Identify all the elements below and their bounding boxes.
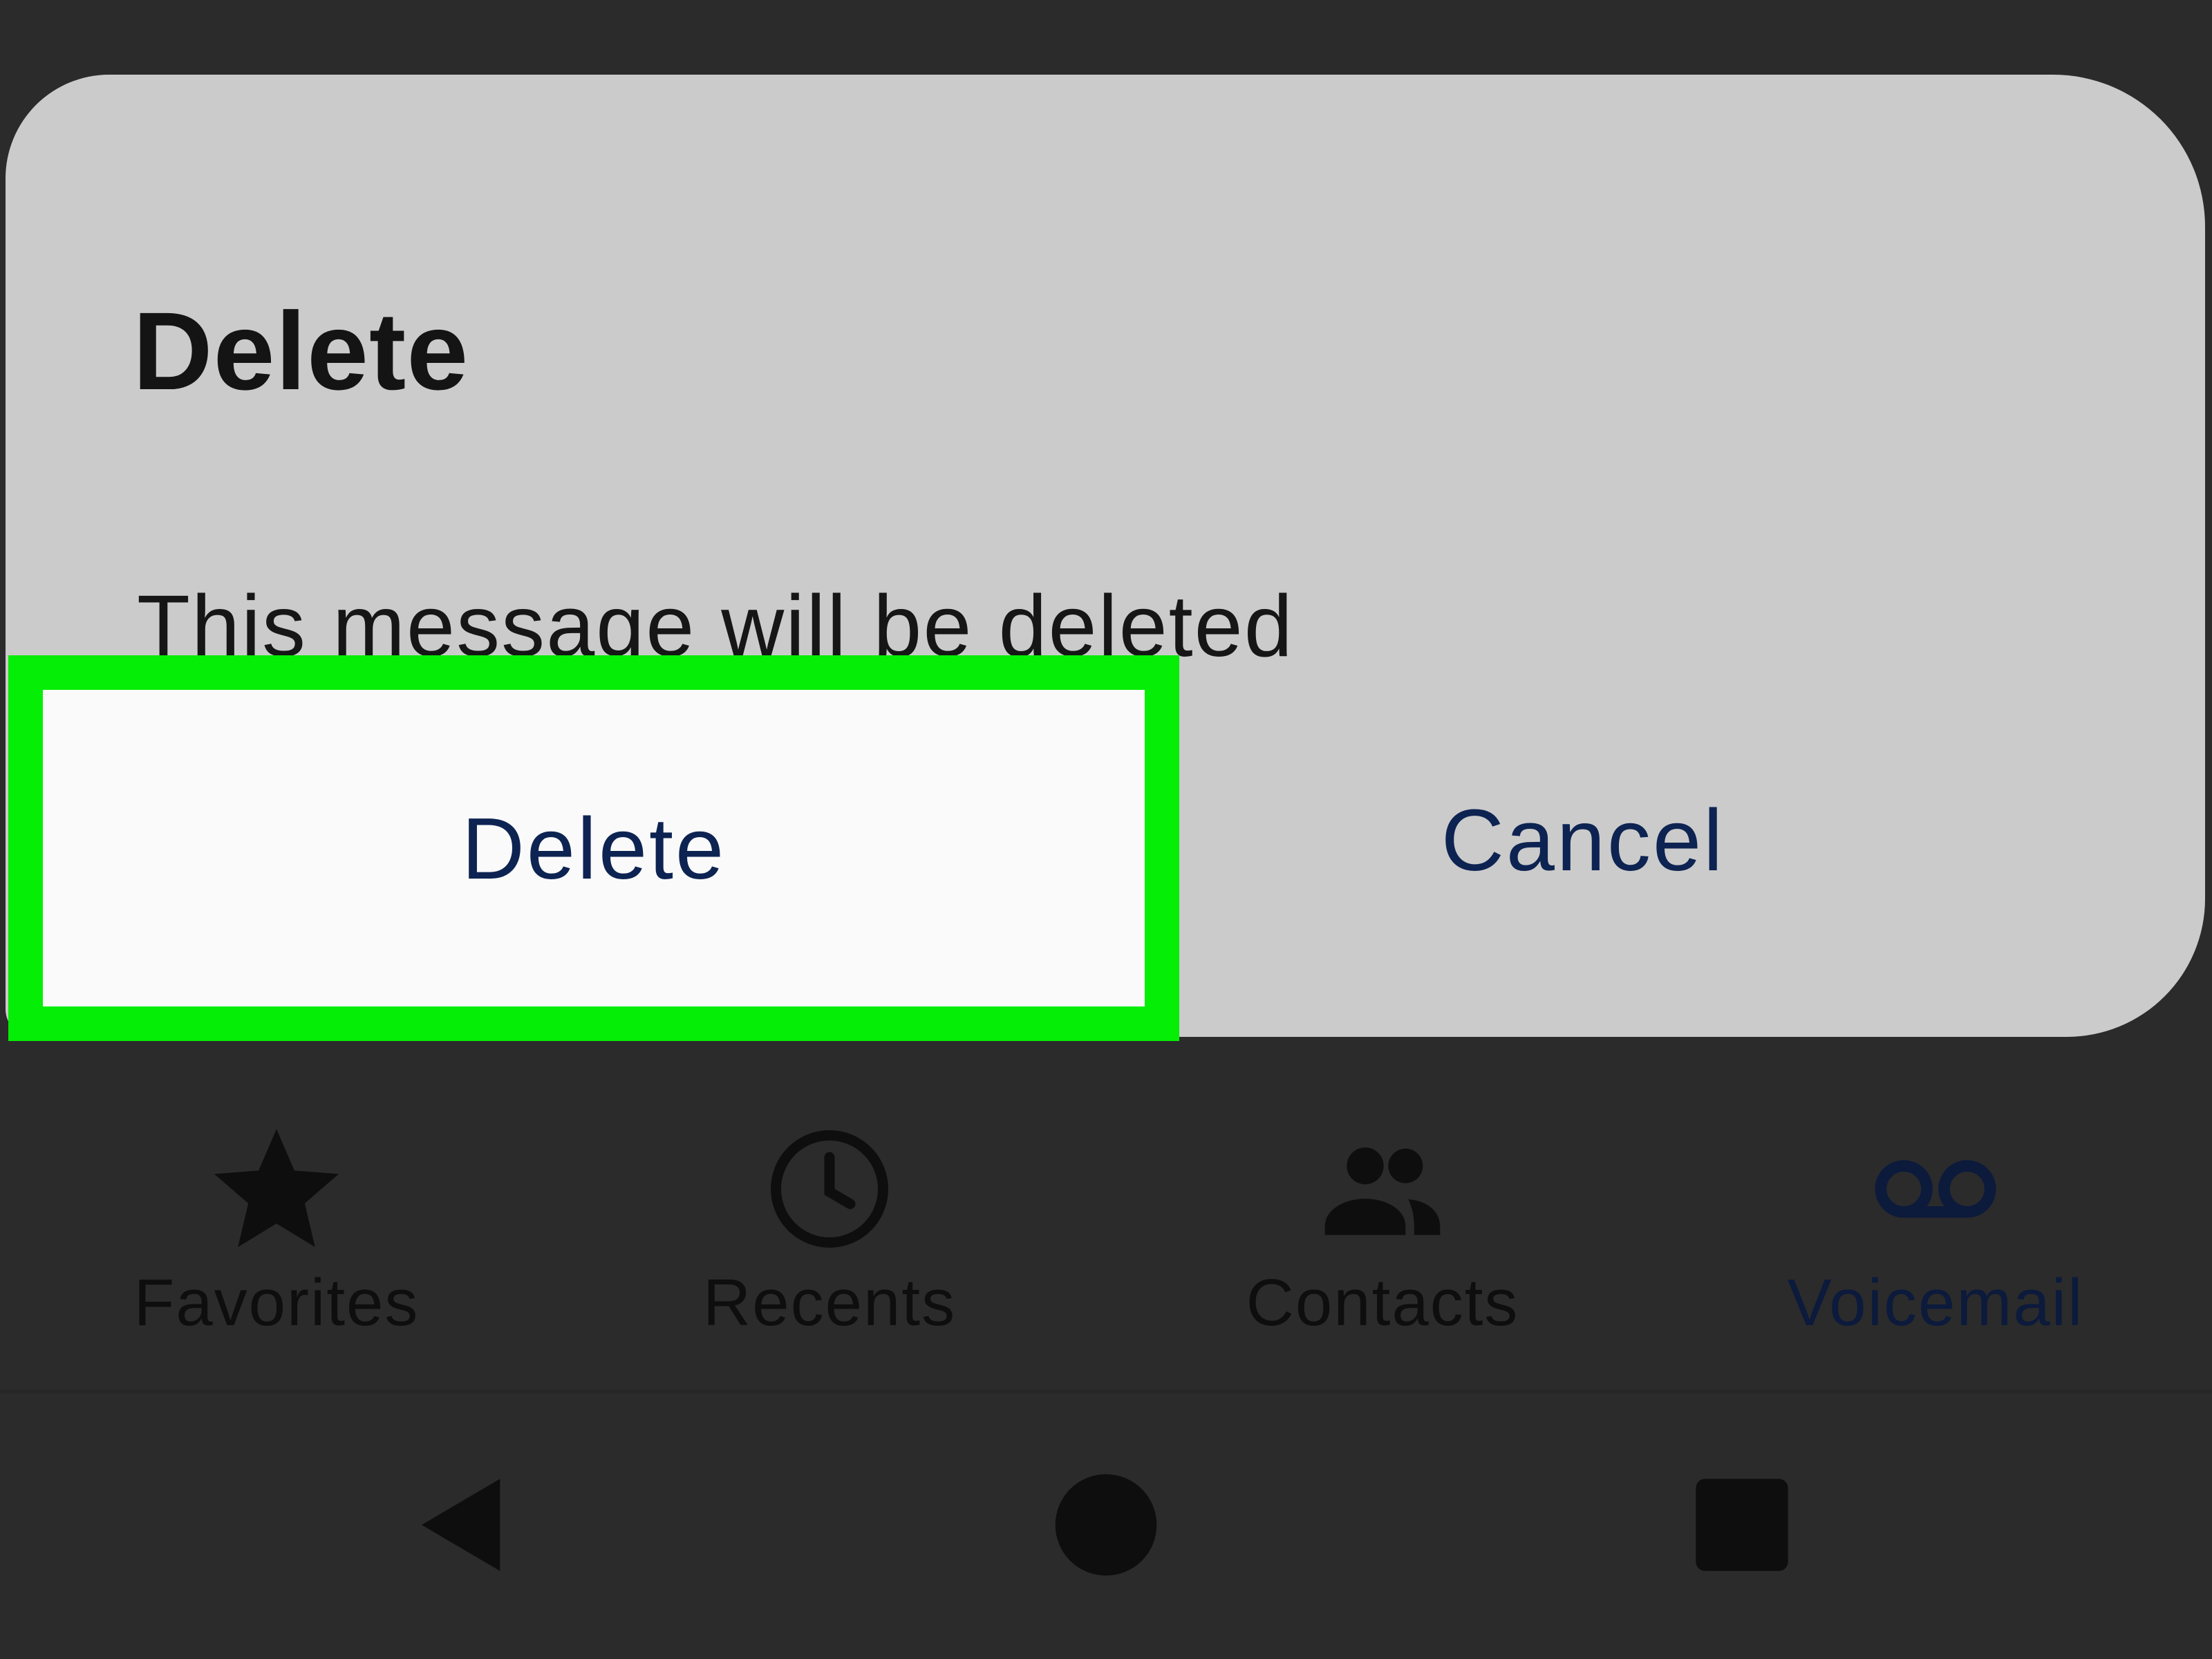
screen: Delete This message will be deleted Dele… [0,0,2212,1659]
system-nav-bar [0,1394,2212,1659]
clock-icon [770,1130,889,1248]
tab-favorites[interactable]: Favorites [0,1065,553,1389]
dialog-title: Delete [133,289,469,413]
cancel-button[interactable]: Cancel [1230,691,1936,988]
tab-label: Contacts [1246,1266,1519,1340]
tab-label: Recents [702,1266,957,1340]
tab-contacts[interactable]: Contacts [1106,1065,1659,1389]
people-icon [1324,1147,1441,1235]
back-icon[interactable] [408,1470,518,1580]
cancel-button-label: Cancel [1441,791,1725,889]
delete-button-label: Delete [461,799,727,897]
delete-button[interactable]: Delete [8,655,1179,1041]
home-icon[interactable] [1051,1470,1161,1580]
tab-label: Voicemail [1787,1266,2084,1340]
tab-recents[interactable]: Recents [553,1065,1106,1389]
tab-voicemail[interactable]: Voicemail [1659,1065,2212,1389]
tab-label: Favorites [133,1266,420,1340]
voicemail-icon [1875,1160,1996,1218]
bottom-tab-bar: Favorites Recents Contacts Voicemail [0,1065,2212,1394]
recents-icon[interactable] [1687,1470,1797,1580]
star-icon [214,1129,339,1248]
